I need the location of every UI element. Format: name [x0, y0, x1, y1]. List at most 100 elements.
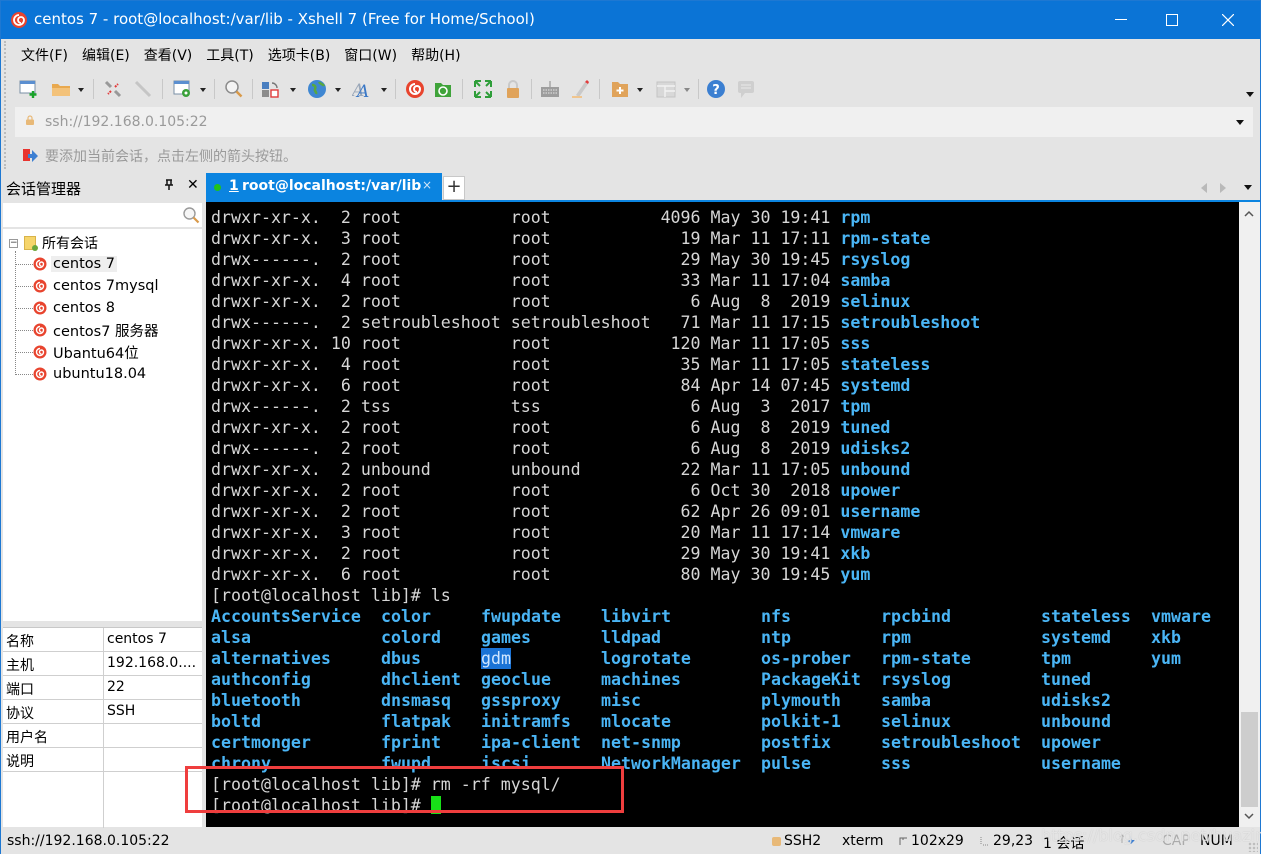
new-session-icon[interactable] — [19, 79, 39, 99]
menu-view[interactable]: 查看(V) — [144, 43, 193, 67]
session-item[interactable]: centos7 服务器 — [15, 319, 161, 341]
tab-session-1[interactable]: 1 root@localhost:/var/lib × — [206, 173, 442, 201]
directory-name: lldpad — [601, 628, 661, 647]
new-tab-button[interactable]: + — [443, 176, 465, 200]
tree-root-all-sessions[interactable]: − 所有会话 — [9, 233, 98, 253]
layout-dropdown-arrow[interactable] — [684, 88, 690, 92]
ls-long-attrs: drwxr-xr-x. 6 root root 80 May 30 19:45 — [211, 565, 841, 584]
ls-long-row: drwx------. 2 root root 29 May 30 19:45 … — [211, 249, 980, 270]
transfer-dropdown-arrow[interactable] — [290, 88, 296, 92]
search-icon[interactable] — [182, 206, 200, 224]
session-manager-close-button[interactable]: ✕ — [187, 177, 199, 193]
address-bar[interactable]: ssh://192.168.0.105:22 — [15, 107, 1253, 137]
directory-name: authconfig — [211, 670, 311, 689]
reconnect-icon[interactable] — [103, 79, 123, 99]
directory-name: fprint — [381, 733, 441, 752]
directory-name: games — [481, 628, 531, 647]
property-value: SSH — [107, 703, 136, 719]
tab-list-dropdown-icon[interactable] — [1244, 185, 1252, 190]
session-item[interactable]: centos 8 — [15, 297, 117, 319]
menu-file[interactable]: 文件(F) — [21, 43, 68, 67]
directory-name: xkb — [840, 544, 871, 563]
directory-name: unbound — [840, 460, 911, 479]
fullscreen-icon[interactable] — [473, 79, 493, 99]
directory-name: geoclue — [481, 670, 551, 689]
find-icon[interactable] — [224, 79, 244, 99]
globe-icon[interactable] — [307, 79, 327, 99]
directory-name: setroubleshoot — [840, 313, 981, 332]
font-dropdown-arrow[interactable] — [381, 88, 387, 92]
session-search-input[interactable] — [3, 203, 202, 227]
directory-name: upower — [1041, 733, 1101, 752]
new-folder-icon[interactable] — [610, 79, 630, 99]
resize-grip[interactable] — [1248, 842, 1258, 852]
terminal[interactable]: drwxr-xr-x. 2 root root 4096 May 30 19:4… — [206, 202, 1239, 827]
session-item[interactable]: Ubantu64位 — [15, 341, 141, 363]
property-row: 主机 192.168.0.... — [3, 652, 202, 676]
minimize-button[interactable] — [1098, 1, 1144, 39]
help-icon[interactable]: ? — [706, 79, 726, 99]
maximize-button[interactable] — [1149, 1, 1195, 39]
scrollbar-thumb[interactable] — [1241, 712, 1258, 807]
directory-name: nfs — [761, 607, 791, 626]
highlight-icon[interactable] — [570, 79, 590, 99]
tab-scroll-right-icon[interactable] — [1220, 183, 1226, 193]
keyboard-icon[interactable] — [540, 79, 560, 99]
tree-root-label: 所有会话 — [42, 236, 98, 252]
transfer-icon[interactable] — [261, 79, 281, 99]
chat-icon[interactable] — [736, 79, 756, 99]
command: ls — [430, 586, 451, 605]
menu-help[interactable]: 帮助(H) — [411, 43, 460, 67]
session-item[interactable]: centos 7 — [15, 253, 118, 275]
menu-tools[interactable]: 工具(T) — [206, 43, 253, 67]
menu-edit[interactable]: 编辑(E) — [82, 43, 130, 67]
address-dropdown-arrow[interactable] — [1236, 120, 1244, 125]
terminal-scrollbar[interactable] — [1239, 202, 1260, 827]
layout-icon[interactable] — [656, 79, 676, 99]
property-key: 端口 — [6, 682, 34, 698]
new-folder-dropdown-arrow[interactable] — [637, 88, 643, 92]
open-folder-icon[interactable] — [51, 79, 71, 99]
directory-name: libvirt — [601, 607, 671, 626]
add-session-arrow-icon[interactable] — [21, 148, 39, 164]
scroll-down-icon[interactable] — [1244, 809, 1254, 823]
session-manager-title: 会话管理器 — [6, 180, 82, 198]
pin-icon[interactable] — [164, 179, 174, 194]
close-button[interactable] — [1205, 1, 1251, 39]
globe-dropdown-arrow[interactable] — [335, 88, 341, 92]
status-size-label: 102x29 — [911, 833, 964, 849]
directory-name: tpm — [840, 397, 871, 416]
ls-long-row: drwxr-xr-x. 2 unbound unbound 22 Mar 11 … — [211, 459, 980, 480]
properties-dropdown-arrow[interactable] — [200, 88, 206, 92]
ls-long-attrs: drwxr-xr-x. 2 root root 6 Aug 8 2019 — [211, 418, 841, 437]
xftp-icon[interactable] — [433, 79, 453, 99]
menu-window[interactable]: 窗口(W) — [344, 43, 397, 67]
scroll-up-icon[interactable] — [1244, 206, 1254, 220]
tab-close-button[interactable]: × — [422, 178, 432, 192]
session-label: centos 7 — [51, 256, 118, 272]
tab-scroll-left-icon[interactable] — [1201, 183, 1207, 193]
xshell-icon[interactable] — [405, 79, 425, 99]
menu-tabs[interactable]: 选项卡(B) — [268, 43, 331, 67]
toolbar-overflow-arrow[interactable] — [1246, 92, 1254, 97]
directory-name: tuned — [1041, 670, 1091, 689]
directory-name: plymouth — [761, 691, 841, 710]
session-label: centos7 服务器 — [53, 323, 159, 340]
window-title: centos 7 - root@localhost:/var/lib - Xsh… — [34, 10, 535, 28]
disconnect-icon[interactable] — [133, 79, 153, 99]
session-properties-icon[interactable] — [173, 79, 193, 99]
ls-long-row: drwxr-xr-x. 6 root root 80 May 30 19:45 … — [211, 564, 980, 585]
session-item[interactable]: centos 7mysql — [15, 275, 161, 297]
lock-icon[interactable] — [503, 79, 523, 99]
font-icon[interactable]: A A — [352, 79, 372, 99]
property-row: 协议 SSH — [3, 700, 202, 724]
current-prompt-line[interactable]: [root@localhost lib]# — [211, 795, 980, 816]
directory-name: systemd — [1041, 628, 1111, 647]
open-dropdown-arrow[interactable] — [78, 88, 84, 92]
collapse-toggle-icon[interactable]: − — [9, 238, 18, 248]
directory-name: upower — [840, 481, 901, 500]
directory-name: machines — [601, 670, 681, 689]
ls-long-attrs: drwxr-xr-x. 4 root root 33 Mar 11 17:04 — [211, 271, 841, 290]
session-item[interactable]: ubuntu18.04 — [15, 363, 148, 385]
address-input[interactable]: ssh://192.168.0.105:22 — [45, 114, 208, 130]
